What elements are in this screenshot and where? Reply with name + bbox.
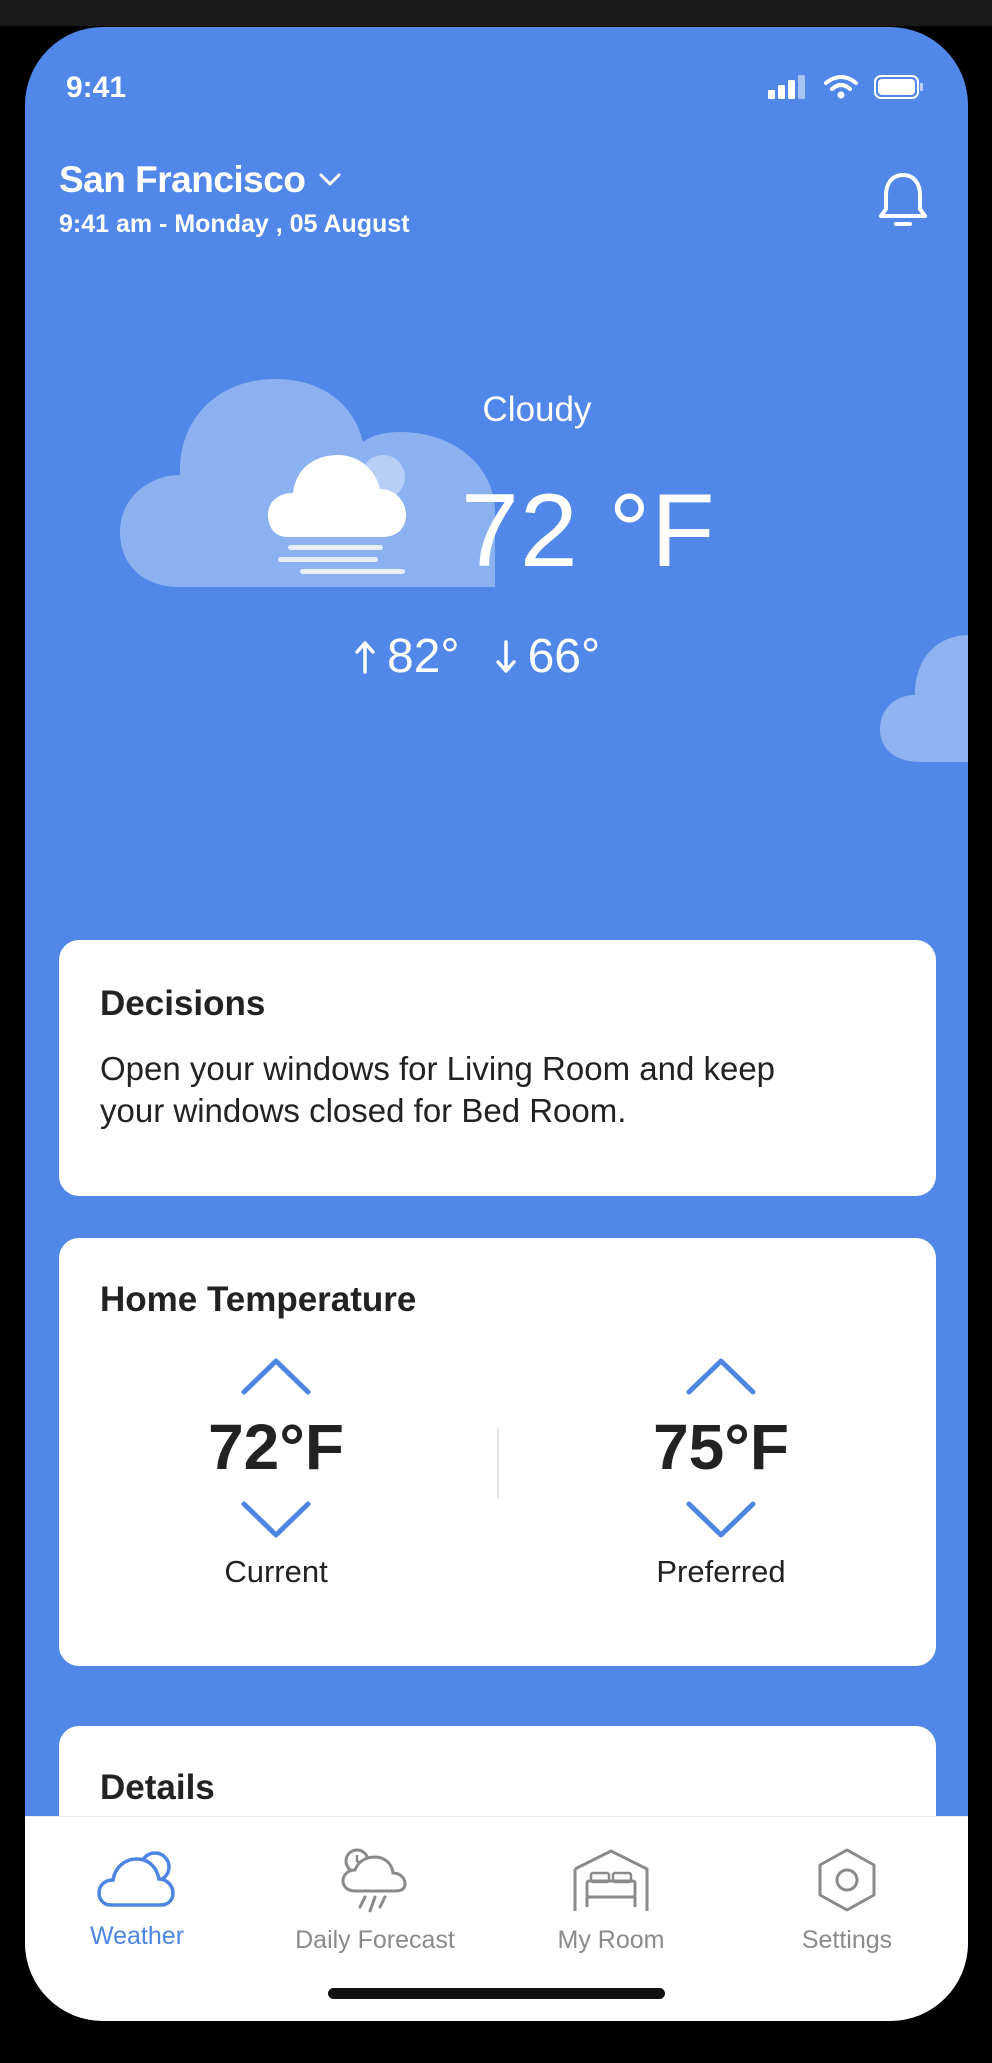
top-bar <box>0 0 992 26</box>
arrow-up-icon <box>355 640 375 674</box>
tab-daily-forecast[interactable]: Daily Forecast <box>265 1847 485 1955</box>
home-temperature-card: Home Temperature 72°F Current 75°F Prefe… <box>59 1238 936 1666</box>
high-temperature: 82° <box>387 630 460 683</box>
preferred-label: Preferred <box>656 1554 786 1589</box>
decrease-current-button[interactable] <box>240 1500 312 1540</box>
weather-condition: Cloudy <box>482 390 592 429</box>
status-time: 9:41 <box>66 71 127 104</box>
current-temperature-value: 72°F <box>208 1411 344 1483</box>
low-temperature: 66° <box>527 630 601 683</box>
home-temperature-title: Home Temperature <box>100 1280 417 1319</box>
bell-icon[interactable] <box>878 171 928 229</box>
decrease-preferred-button[interactable] <box>685 1500 757 1540</box>
high-low-temperature: 82° 66° <box>355 629 600 684</box>
city-name: San Francisco <box>59 159 306 200</box>
increase-current-button[interactable] <box>240 1356 312 1396</box>
date-time: 9:41 am - Monday , 05 August <box>59 210 410 238</box>
decisions-text: Open your windows for Living Room and ke… <box>100 1050 776 1129</box>
current-temperature-control: 72°F Current <box>146 1356 406 1590</box>
city-selector[interactable]: San Francisco <box>59 159 341 201</box>
tab-my-room-label: My Room <box>557 1926 665 1954</box>
increase-preferred-button[interactable] <box>685 1356 757 1396</box>
decisions-title: Decisions <box>100 984 266 1023</box>
current-label: Current <box>224 1554 328 1589</box>
tab-daily-forecast-label: Daily Forecast <box>295 1926 455 1954</box>
signal-icon <box>768 75 805 99</box>
details-title: Details <box>100 1768 215 1807</box>
preferred-temperature-control: 75°F Preferred <box>591 1356 851 1590</box>
preferred-temperature-value: 75°F <box>653 1411 789 1483</box>
cloud-sun-icon <box>97 1851 175 1907</box>
decisions-card: Decisions Open your windows for Living R… <box>59 940 936 1196</box>
status-icons <box>768 75 924 99</box>
wifi-icon <box>824 75 858 99</box>
battery-icon <box>874 75 923 99</box>
tab-settings[interactable]: Settings <box>737 1847 957 1955</box>
divider <box>497 1428 499 1498</box>
home-indicator[interactable] <box>328 1988 665 1999</box>
tab-weather[interactable]: Weather <box>27 1847 247 1951</box>
bed-house-icon <box>573 1849 649 1911</box>
tab-bar: Weather Daily Forecast My Room Settings <box>25 1816 968 2021</box>
background-cloud-small <box>880 635 968 762</box>
rain-clock-icon <box>341 1848 407 1913</box>
cloudy-weather-icon <box>268 455 406 574</box>
tab-settings-label: Settings <box>801 1926 893 1954</box>
tab-weather-label: Weather <box>89 1922 185 1950</box>
chevron-down-icon <box>319 173 341 186</box>
phone-screen: 9:41 San Francisco 9:41 am - Monday , 05… <box>25 27 968 2021</box>
hexagon-settings-icon <box>818 1848 876 1912</box>
current-outdoor-temperature: 72 °F <box>461 473 716 589</box>
tab-my-room[interactable]: My Room <box>501 1847 721 1955</box>
arrow-down-icon <box>495 639 516 673</box>
